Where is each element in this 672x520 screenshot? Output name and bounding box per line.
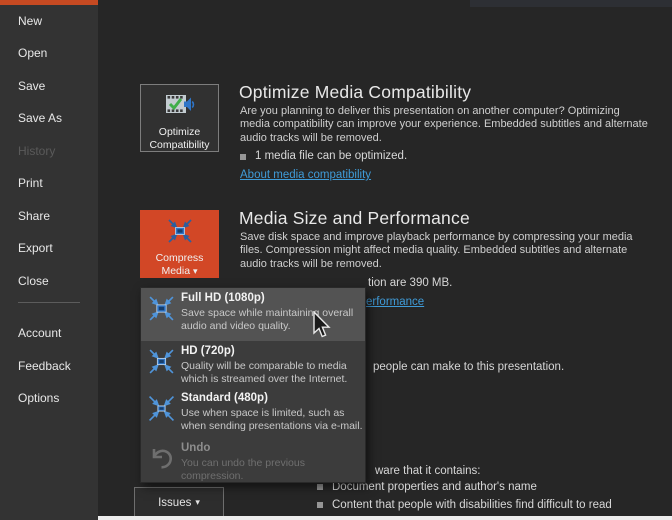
optimize-bullet-text: 1 media file can be optimized. <box>255 150 408 162</box>
sidebar-item-save[interactable]: Save <box>18 79 45 93</box>
menu-item-title: Standard (480p) <box>181 392 268 404</box>
menu-item-description: You can undo the previous compression. <box>181 457 305 482</box>
window-top-edge <box>470 0 672 7</box>
about-media-size-link-fragment[interactable]: erformance <box>366 296 424 308</box>
media-section-description: Save disk space and improve playback per… <box>240 231 633 270</box>
menu-item-title: HD (720p) <box>181 345 235 357</box>
optimize-compatibility-button[interactable]: Optimize Compatibility <box>140 84 219 152</box>
sidebar-item-open[interactable]: Open <box>18 46 47 60</box>
sidebar-item-save-as[interactable]: Save As <box>18 111 62 125</box>
menu-item-description: Use when space is limited, such as when … <box>181 407 363 432</box>
backstage-sidebar: New Open Save Save As History Print Shar… <box>0 0 98 520</box>
mouse-cursor <box>313 310 333 346</box>
optimize-bullet-row: 1 media file can be optimized. <box>240 150 407 162</box>
sidebar-item-options[interactable]: Options <box>18 391 59 405</box>
bullet-square-icon <box>317 484 323 490</box>
optimize-section-description: Are you planning to deliver this present… <box>240 105 648 144</box>
compress-film-icon <box>148 295 175 327</box>
bullet-square-icon <box>317 502 323 508</box>
sidebar-item-close[interactable]: Close <box>18 274 49 288</box>
compress-media-button-label: Compress Media ▾ <box>155 252 204 277</box>
compress-media-button[interactable]: Compress Media ▾ <box>140 210 219 278</box>
menu-item-description: Quality will be comparable to media whic… <box>181 360 348 385</box>
inspect-bullet-row: Content that people with disabilities fi… <box>317 499 612 511</box>
optimize-section-title: Optimize Media Compatibility <box>239 82 472 102</box>
compress-film-icon <box>148 395 175 427</box>
compress-media-icon <box>166 218 194 249</box>
sidebar-item-feedback[interactable]: Feedback <box>18 359 71 373</box>
menu-item-standard-480p[interactable]: Standard (480p) Use when space is limite… <box>141 388 365 438</box>
about-media-compatibility-link[interactable]: About media compatibility <box>240 169 371 181</box>
menu-item-title: Undo <box>181 442 211 454</box>
compress-film-icon <box>148 348 175 380</box>
sidebar-item-account[interactable]: Account <box>18 326 61 340</box>
inspect-intro-fragment: ware that it contains: <box>375 465 481 477</box>
sidebar-accent-bar <box>0 0 98 5</box>
sidebar-item-new[interactable]: New <box>18 14 42 28</box>
optimize-compatibility-icon <box>165 92 195 123</box>
bullet-square-icon <box>240 154 246 160</box>
window-bottom-edge <box>98 516 672 520</box>
check-for-issues-button[interactable]: Issues ▾ <box>134 487 224 518</box>
inspect-bullet-text: Content that people with disabilities fi… <box>332 499 612 511</box>
sidebar-item-export[interactable]: Export <box>18 241 53 255</box>
menu-item-hd-720p[interactable]: HD (720p) Quality will be comparable to … <box>141 341 365 388</box>
powerpoint-backstage-info-page: New Open Save Save As History Print Shar… <box>0 0 672 520</box>
menu-item-undo: Undo You can undo the previous compressi… <box>141 438 365 484</box>
media-size-bullet-fragment: tion are 390 MB. <box>368 277 453 289</box>
sidebar-item-share[interactable]: Share <box>18 209 50 223</box>
undo-arrow-icon <box>146 443 176 478</box>
media-section-title: Media Size and Performance <box>239 208 470 228</box>
sidebar-divider <box>18 302 80 303</box>
issues-button-label: Issues <box>158 496 192 509</box>
sidebar-item-history: History <box>18 144 56 158</box>
chevron-down-icon: ▾ <box>193 265 198 276</box>
chevron-down-icon: ▾ <box>195 497 200 507</box>
protect-section-text-fragment: people can make to this presentation. <box>373 361 565 373</box>
optimize-compatibility-button-label: Optimize Compatibility <box>149 126 210 151</box>
menu-item-title: Full HD (1080p) <box>181 292 265 304</box>
sidebar-item-print[interactable]: Print <box>18 176 43 190</box>
